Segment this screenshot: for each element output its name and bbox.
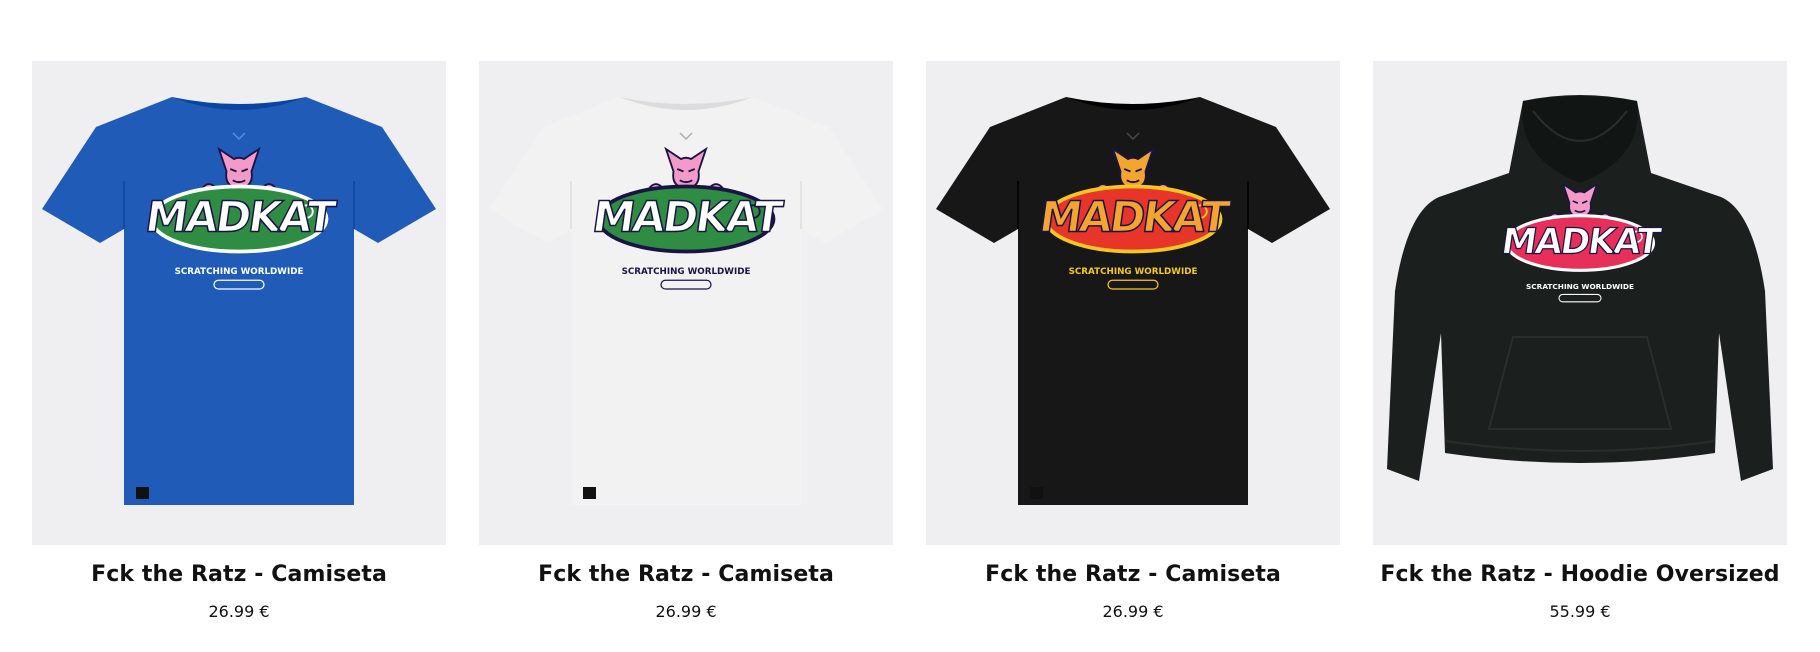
product-card[interactable]: MADKAT SCRATCHING WORLDWIDE Fck the Ratz … bbox=[926, 61, 1340, 621]
product-title[interactable]: Fck the Ratz - Camiseta bbox=[91, 562, 387, 587]
product-price: 26.99 € bbox=[655, 602, 717, 621]
product-card[interactable]: MADKAT SCRATCHING WORLDWIDE Fck the Ratz … bbox=[32, 61, 446, 621]
hem-label-icon bbox=[1030, 487, 1043, 499]
product-card[interactable]: MADKAT SCRATCHING WORLDWIDE Fck the Ratz … bbox=[479, 61, 893, 621]
product-title[interactable]: Fck the Ratz - Camiseta bbox=[538, 562, 834, 587]
product-price: 55.99 € bbox=[1549, 602, 1611, 621]
product-price: 26.99 € bbox=[1102, 602, 1164, 621]
product-image[interactable]: MADKAT SCRATCHING WORLDWIDE bbox=[32, 61, 446, 545]
hem-label-icon bbox=[136, 487, 149, 499]
logo-text: MADKAT bbox=[142, 193, 338, 243]
product-title[interactable]: Fck the Ratz - Camiseta bbox=[985, 562, 1281, 587]
product-image[interactable]: MADKAT SCRATCHING WORLDWIDE bbox=[479, 61, 893, 545]
logo-text: MADKAT bbox=[1499, 222, 1664, 263]
product-image[interactable]: MADKAT SCRATCHING WORLDWIDE bbox=[926, 61, 1340, 545]
hem-label-icon bbox=[583, 487, 596, 499]
logo-text: MADKAT bbox=[1036, 193, 1232, 243]
product-price: 26.99 € bbox=[208, 602, 270, 621]
tagline-text: SCRATCHING WORLDWIDE bbox=[622, 267, 751, 277]
product-grid: MADKAT SCRATCHING WORLDWIDE Fck the Ratz … bbox=[32, 61, 1787, 621]
product-title[interactable]: Fck the Ratz - Hoodie Oversized bbox=[1380, 562, 1779, 587]
logo-text: MADKAT bbox=[589, 193, 785, 243]
product-card[interactable]: MADKAT SCRATCHING WORLDWIDE Fck the Ratz … bbox=[1373, 61, 1787, 621]
tagline-text: SCRATCHING WORLDWIDE bbox=[1526, 282, 1634, 291]
tagline-text: SCRATCHING WORLDWIDE bbox=[1069, 267, 1198, 277]
tagline-text: SCRATCHING WORLDWIDE bbox=[175, 267, 304, 277]
product-image[interactable]: MADKAT SCRATCHING WORLDWIDE bbox=[1373, 61, 1787, 545]
